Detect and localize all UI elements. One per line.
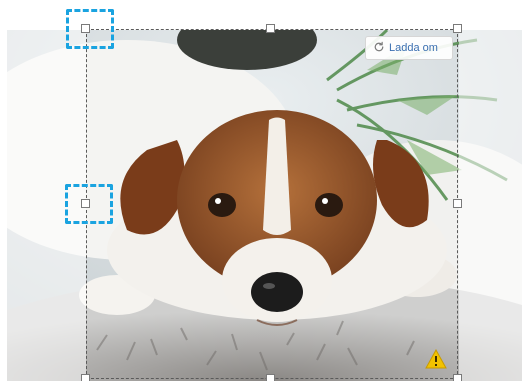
crop-handle-middle-right[interactable]	[453, 199, 462, 208]
crop-handle-top-middle[interactable]	[266, 24, 275, 33]
crop-handle-top-right[interactable]	[453, 24, 462, 33]
highlight-marker-top-left	[66, 9, 114, 49]
crop-handle-bottom-left[interactable]	[81, 374, 90, 381]
warning-icon[interactable]	[425, 348, 447, 369]
reload-button[interactable]: Ladda om	[365, 36, 453, 60]
refresh-icon	[373, 41, 385, 56]
crop-frame[interactable]	[86, 29, 458, 379]
crop-handle-bottom-right[interactable]	[453, 374, 462, 381]
highlight-marker-middle-left	[65, 184, 113, 224]
image-crop-editor: Ladda om	[0, 0, 522, 381]
reload-button-label: Ladda om	[389, 42, 438, 54]
crop-handle-bottom-middle[interactable]	[266, 374, 275, 381]
